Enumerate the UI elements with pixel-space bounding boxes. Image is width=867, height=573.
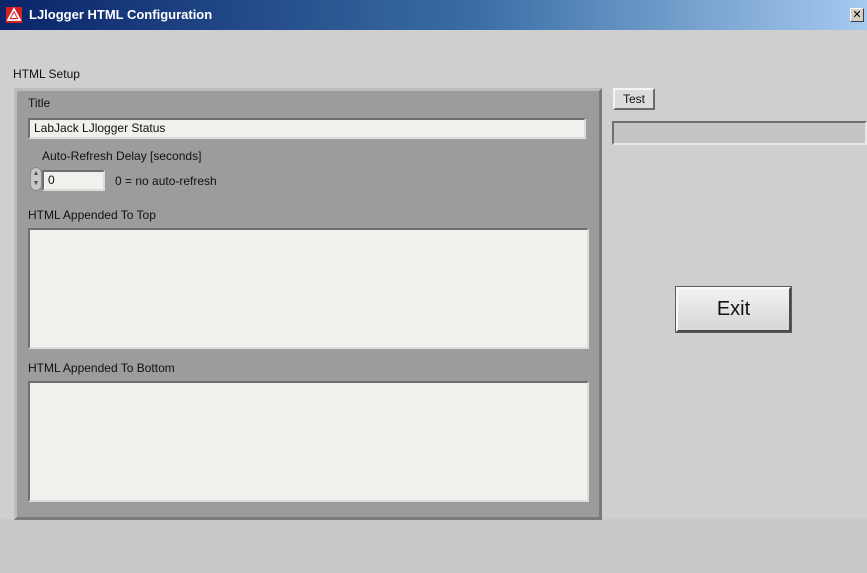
refresh-delay-label: Auto-Refresh Delay [seconds] <box>42 149 202 163</box>
title-input[interactable]: LabJack LJlogger Status <box>28 118 586 139</box>
labjack-logo-icon <box>6 7 22 23</box>
app-window: LJlogger HTML Configuration ✕ HTML Setup… <box>0 0 867 573</box>
refresh-hint-label: 0 = no auto-refresh <box>115 174 217 188</box>
html-setup-panel: Title LabJack LJlogger Status Auto-Refre… <box>14 88 602 520</box>
html-bottom-label: HTML Appended To Bottom <box>28 361 175 375</box>
html-setup-label: HTML Setup <box>13 67 80 81</box>
decrement-arrow-icon[interactable]: ▼ <box>32 179 40 189</box>
window-title: LJlogger HTML Configuration <box>29 7 213 22</box>
refresh-delay-stepper[interactable]: ▲ ▼ <box>30 167 42 191</box>
html-top-label: HTML Appended To Top <box>28 208 156 222</box>
test-status-field <box>612 121 867 145</box>
refresh-delay-input[interactable]: 0 <box>42 170 105 191</box>
title-label: Title <box>28 96 51 110</box>
html-bottom-textarea[interactable] <box>28 381 589 502</box>
close-icon: ✕ <box>852 8 862 21</box>
title-bar[interactable]: LJlogger HTML Configuration ✕ <box>0 0 867 30</box>
exit-button[interactable]: Exit <box>675 286 792 333</box>
test-button[interactable]: Test <box>613 88 655 110</box>
close-button[interactable]: ✕ <box>850 8 864 22</box>
bottom-strip <box>0 519 867 573</box>
increment-arrow-icon[interactable]: ▲ <box>32 169 40 179</box>
html-top-textarea[interactable] <box>28 228 589 349</box>
